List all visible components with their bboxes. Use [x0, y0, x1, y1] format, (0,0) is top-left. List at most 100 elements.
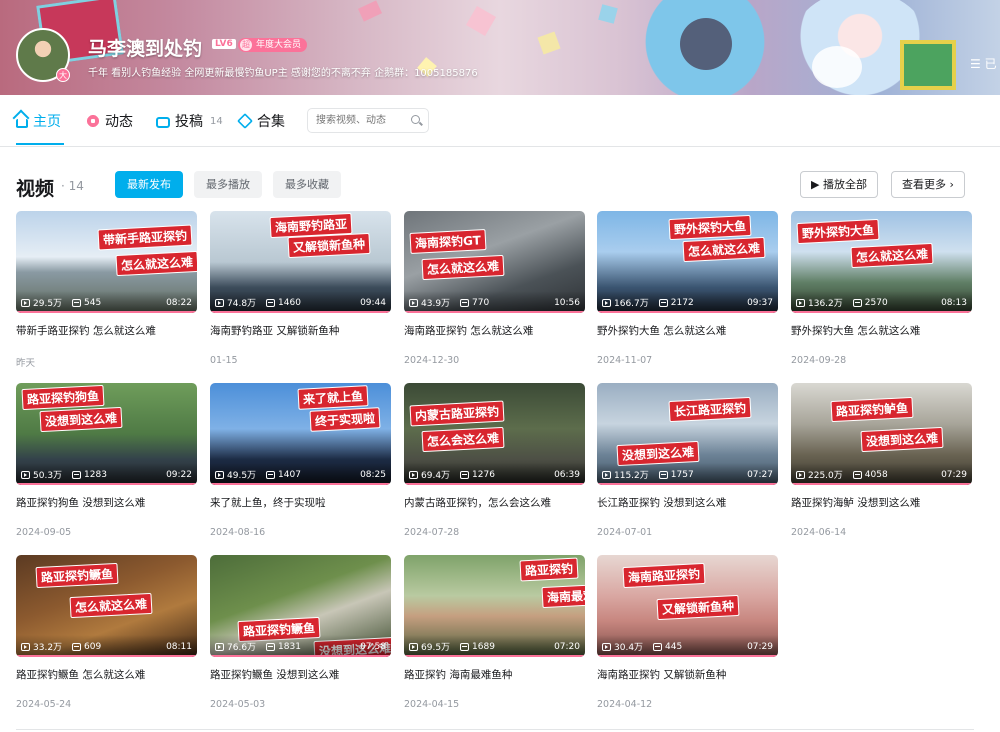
video-stats: 76.6万183107:58 [215, 640, 386, 653]
tab-posts[interactable]: 投稿 14 [156, 111, 223, 131]
danmaku-count: 1460 [278, 298, 301, 308]
profile-nav: 主页 动态 投稿 14 合集 [0, 95, 1000, 147]
video-thumbnail[interactable]: 长江路亚探钓没想到这么难115.2万175707:27 [597, 383, 778, 485]
home-icon [16, 119, 28, 128]
video-thumbnail[interactable]: 路亚探钓鲈鱼没想到这么难225.0万405807:29 [791, 383, 972, 485]
video-duration: 08:13 [941, 298, 967, 308]
watch-progress-bar [404, 655, 585, 657]
play-count: 43.9万 [421, 296, 450, 309]
danmaku-icon [460, 299, 469, 307]
video-thumbnail[interactable]: 内蒙古路亚探钓怎么会这么难 69.4万127606:39 [404, 383, 585, 485]
video-title[interactable]: 海南路亚探钓 怎么就这么难 [404, 323, 585, 338]
video-date: 2024-06-14 [791, 527, 846, 538]
tab-posts-count: 14 [210, 116, 223, 127]
tab-collections[interactable]: 合集 [238, 111, 285, 131]
sort-plays-button[interactable]: 最多播放 [194, 171, 262, 198]
video-stats: 115.2万175707:27 [602, 468, 773, 481]
video-duration: 07:29 [941, 470, 967, 480]
video-date: 2024-07-01 [597, 527, 652, 538]
play-count: 166.7万 [614, 296, 649, 309]
search-icon[interactable] [411, 115, 420, 124]
video-date: 01-15 [210, 355, 238, 366]
video-duration: 07:29 [747, 642, 773, 652]
thumbnail-caption: 海南探钓GT [410, 229, 487, 254]
video-duration: 06:39 [554, 470, 580, 480]
video-duration: 07:27 [747, 470, 773, 480]
video-title[interactable]: 来了就上鱼，终于实现啦 [210, 495, 391, 510]
video-title[interactable]: 长江路亚探钓 没想到这么难 [597, 495, 778, 510]
video-duration: 07:20 [554, 642, 580, 652]
thumbnail-caption: 路亚探钓鲈鱼 [831, 397, 914, 422]
user-signature: 千年 看别人钓鱼经验 全网更新最慢钓鱼UP主 感谢您的不离不弃 企鹅群：1005… [88, 64, 478, 79]
thumbnail-caption: 内蒙古路亚探钓 [410, 401, 505, 427]
thumbnail-caption: 终于实现啦 [309, 407, 380, 432]
danmaku-icon [659, 299, 668, 307]
sort-favorites-button[interactable]: 最多收藏 [273, 171, 341, 198]
thumbnail-caption: 怎么就这么难 [116, 251, 197, 276]
video-title[interactable]: 路亚探钓 海南最难鱼种 [404, 667, 585, 682]
video-title[interactable]: 路亚探钓鳜鱼 没想到这么难 [210, 667, 391, 682]
video-thumbnail[interactable]: 来了就上鱼终于实现啦49.5万140708:25 [210, 383, 391, 485]
video-title[interactable]: 野外探钓大鱼 怎么就这么难 [791, 323, 972, 338]
tab-dynamic[interactable]: 动态 [86, 111, 133, 131]
section-count: · 14 [61, 179, 84, 193]
sort-latest-button[interactable]: 最新发布 [115, 171, 183, 198]
danmaku-count: 609 [84, 642, 101, 652]
play-count: 115.2万 [614, 468, 649, 481]
thumbnail-caption: 路亚探钓狗鱼 [22, 385, 105, 410]
confetti-decoration [466, 6, 496, 36]
danmaku-icon [853, 299, 862, 307]
danmaku-icon [72, 299, 81, 307]
video-thumbnail[interactable]: 野外探钓大鱼怎么就这么难136.2万257008:13 [791, 211, 972, 313]
watch-progress-bar [597, 311, 778, 313]
thumbnail-caption: 怎么就这么难 [683, 237, 766, 262]
watch-progress-bar [791, 483, 972, 485]
play-icon [796, 471, 805, 479]
video-thumbnail[interactable]: 海南野钓路亚又解锁新鱼种74.8万146009:44 [210, 211, 391, 313]
video-thumbnail[interactable]: 海南探钓GT怎么就这么难43.9万77010:56 [404, 211, 585, 313]
thumbnail-caption: 路亚探钓鳜鱼 [36, 563, 119, 588]
thumbnail-caption: 怎么会这么难 [422, 427, 505, 452]
profile-banner: 大 马李澳到处钓 LV6 年度大会员 千年 看别人钓鱼经验 全网更新最慢钓鱼UP… [0, 0, 1000, 95]
confetti-decoration [358, 0, 382, 21]
play-all-button[interactable]: ▶ 播放全部 [800, 171, 878, 198]
thumbnail-caption: 没想到这么难 [861, 427, 944, 452]
gift-box-decoration [900, 40, 956, 90]
danmaku-count: 1407 [278, 470, 301, 480]
video-title[interactable]: 野外探钓大鱼 怎么就这么难 [597, 323, 778, 338]
video-thumbnail[interactable]: 路亚探钓狗鱼没想到这么难50.3万128309:22 [16, 383, 197, 485]
video-thumbnail[interactable]: 路亚探钓鳜鱼怎么就这么难33.2万60908:11 [16, 555, 197, 657]
tab-posts-label: 投稿 [175, 111, 203, 131]
danmaku-icon [460, 643, 469, 651]
watch-progress-bar [210, 655, 391, 657]
video-date: 2024-12-30 [404, 355, 459, 366]
video-stats: 69.4万127606:39 [409, 468, 580, 481]
menu-button[interactable]: ☰ 已 [970, 55, 997, 72]
video-title[interactable]: 海南路亚探钓 又解锁新鱼种 [597, 667, 778, 682]
danmaku-icon [653, 643, 662, 651]
danmaku-icon [659, 471, 668, 479]
video-thumbnail[interactable]: 路亚探钓鳜鱼没想到这么难76.6万183107:58 [210, 555, 391, 657]
video-title[interactable]: 内蒙古路亚探钓，怎么会这么难 [404, 495, 585, 510]
watch-progress-bar [16, 655, 197, 657]
video-date: 2024-11-07 [597, 355, 652, 366]
play-icon [796, 299, 805, 307]
video-stats: 69.5万168907:20 [409, 640, 580, 653]
play-count: 30.4万 [614, 640, 643, 653]
video-title[interactable]: 路亚探钓鳜鱼 怎么就这么难 [16, 667, 197, 682]
video-thumbnail[interactable]: 带新手路亚探钓怎么就这么难29.5万54508:22 [16, 211, 197, 313]
danmaku-count: 1831 [278, 642, 301, 652]
vip-badge[interactable]: 年度大会员 [238, 38, 307, 52]
vip-avatar-badge: 大 [56, 68, 70, 82]
video-title[interactable]: 路亚探钓狗鱼 没想到这么难 [16, 495, 197, 510]
video-title[interactable]: 海南野钓路亚 又解锁新鱼种 [210, 323, 391, 338]
video-thumbnail[interactable]: 路亚探钓海南最难鱼种69.5万168907:20 [404, 555, 585, 657]
video-thumbnail[interactable]: 海南路亚探钓又解锁新鱼种30.4万44507:29 [597, 555, 778, 657]
video-title[interactable]: 路亚探钓海鲈 没想到这么难 [791, 495, 972, 510]
video-title[interactable]: 带新手路亚探钓 怎么就这么难 [16, 323, 197, 338]
video-thumbnail[interactable]: 野外探钓大鱼怎么就这么难166.7万217209:37 [597, 211, 778, 313]
play-count: 136.2万 [808, 296, 843, 309]
see-more-button[interactable]: 查看更多 › [891, 171, 965, 198]
watch-progress-bar [404, 483, 585, 485]
tab-home[interactable]: 主页 [16, 111, 61, 131]
